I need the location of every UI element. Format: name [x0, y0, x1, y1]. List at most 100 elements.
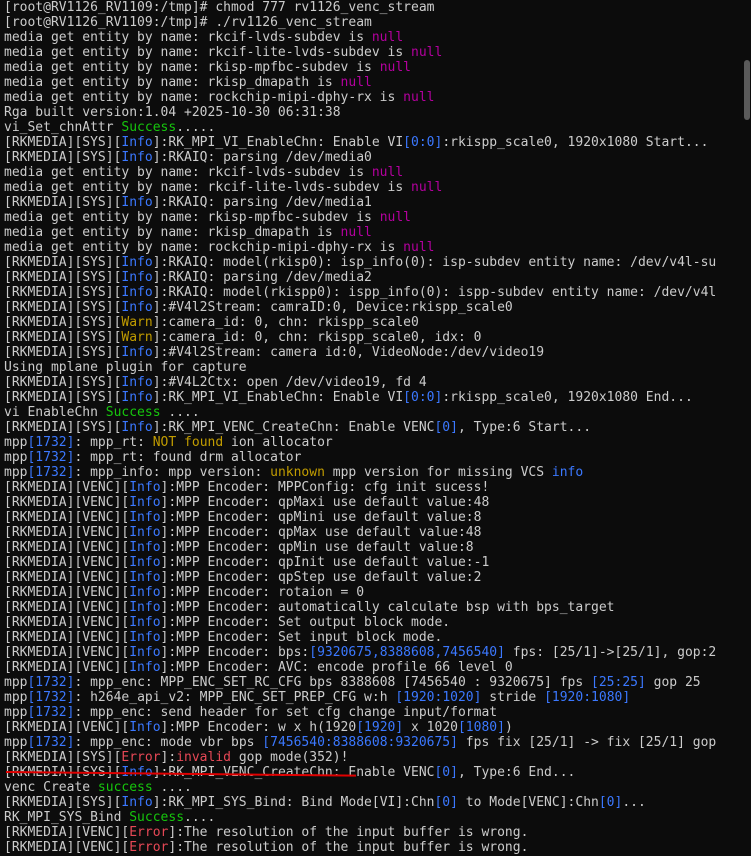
- terminal-text: Info: [121, 345, 153, 360]
- terminal-text: [root@RV1126_RV1109:/tmp]# chmod 777 rv1…: [4, 0, 435, 15]
- terminal-text: success: [97, 780, 153, 795]
- terminal-text: Success: [129, 810, 185, 825]
- scrollbar[interactable]: [743, 0, 751, 856]
- terminal-text: [7456540:8388608:9320675]: [262, 735, 458, 750]
- terminal-text: null: [371, 30, 404, 45]
- terminal-text: [RKMEDIA][SYS][: [4, 315, 122, 330]
- terminal-text: [1732]: [27, 735, 75, 750]
- scrollbar-thumb[interactable]: [744, 60, 750, 120]
- terminal-text: .....: [176, 120, 216, 135]
- terminal-text: [1732]: [27, 465, 75, 480]
- terminal-text: Info: [129, 645, 161, 660]
- terminal-line: mpp[1732]: h264e_api_v2: MPP_ENC_SET_PRE…: [4, 690, 751, 705]
- terminal-text: [1920]: [356, 720, 404, 735]
- terminal-text: media get entity by name: rkcif-lvds-sub…: [4, 165, 372, 180]
- terminal-text: ]:RK_MPI_VI_EnableChn: Enable VI: [152, 390, 404, 405]
- terminal-text: ]:RKAIQ: model(rkispp0): ispp_info(0): i…: [152, 285, 717, 300]
- terminal-text: [root@RV1126_RV1109:/tmp]# ./rv1126_venc…: [4, 15, 372, 30]
- terminal-text: : mpp_rt: found drm allocator: [74, 450, 302, 465]
- terminal-text: [RKMEDIA][SYS][: [4, 270, 122, 285]
- terminal-text: [0]: [434, 765, 458, 780]
- terminal-text: Info: [129, 720, 161, 735]
- terminal-text: media get entity by name: rkcif-lite-lvd…: [4, 180, 411, 195]
- terminal-text: ]:MPP Encoder: qpMin use default value:8: [160, 540, 474, 555]
- terminal-text: null: [371, 165, 404, 180]
- terminal-text: [RKMEDIA][SYS][: [4, 795, 122, 810]
- terminal-line: media get entity by name: rkcif-lvds-sub…: [4, 165, 751, 180]
- terminal-text: mpp: [4, 465, 28, 480]
- terminal-text: media get entity by name: rockchip-mipi-…: [4, 90, 404, 105]
- terminal-text: ....: [184, 810, 216, 825]
- terminal-text: ]:camera_id: 0, chn: rkispp_scale0: [152, 315, 419, 330]
- terminal-text: fps fix [25/1] -> fix [25/1] gop: [457, 735, 717, 750]
- terminal-text: [RKMEDIA][SYS][: [4, 375, 122, 390]
- terminal-text: Info: [121, 375, 153, 390]
- terminal-line: [root@RV1126_RV1109:/tmp]# ./rv1126_venc…: [4, 15, 751, 30]
- terminal-line: [RKMEDIA][VENC][Info]:MPP Encoder: qpMin…: [4, 510, 751, 525]
- terminal-line: media get entity by name: rkisp_dmapath …: [4, 225, 751, 240]
- terminal-text: ion allocator: [223, 435, 333, 450]
- terminal-text: Info: [121, 150, 153, 165]
- terminal-text: [RKMEDIA][VENC][: [4, 570, 130, 585]
- terminal-line: venc Create success ....: [4, 780, 751, 795]
- terminal-text: ]:RKAIQ: parsing /dev/media0: [152, 150, 372, 165]
- terminal-line: [RKMEDIA][VENC][Info]:MPP Encoder: qpSte…: [4, 570, 751, 585]
- terminal-text: ]:RKAIQ: parsing /dev/media1: [152, 195, 372, 210]
- terminal-text: [RKMEDIA][SYS][: [4, 300, 122, 315]
- terminal-text: Info: [129, 600, 161, 615]
- terminal-line: mpp[1732]: mpp_info: mpp version: unknow…: [4, 465, 751, 480]
- terminal-line: RK_MPI_SYS_Bind Success....: [4, 810, 751, 825]
- terminal-text: [RKMEDIA][SYS][: [4, 285, 122, 300]
- terminal-text: ]:MPP Encoder: qpMax use default value:4…: [160, 525, 482, 540]
- terminal-line: [RKMEDIA][VENC][Info]:MPP Encoder: qpMax…: [4, 525, 751, 540]
- terminal-text: [RKMEDIA][SYS][: [4, 330, 122, 345]
- terminal-text: gop mode(352)!: [231, 750, 349, 765]
- terminal-text: [9320675,8388608,7456540]: [309, 645, 505, 660]
- terminal-lines: [root@RV1126_RV1109:/tmp]# chmod 777 rv1…: [4, 0, 751, 855]
- terminal-text: ]:RKAIQ: parsing /dev/media2: [152, 270, 372, 285]
- terminal-text: Info: [129, 555, 161, 570]
- terminal-text: ]:RK_MPI_VI_EnableChn: Enable VI: [152, 135, 404, 150]
- terminal-text: Info: [129, 660, 161, 675]
- terminal-text: vi_Set_chnAttr: [4, 120, 122, 135]
- terminal-text: invalid: [176, 750, 231, 765]
- terminal-line: [RKMEDIA][SYS][Info]:#V4L2Ctx: open /dev…: [4, 375, 751, 390]
- terminal-output[interactable]: [root@RV1126_RV1109:/tmp]# chmod 777 rv1…: [0, 0, 751, 856]
- terminal-text: [1732]: [27, 690, 75, 705]
- terminal-text: ]:MPP Encoder: qpInit use default value:…: [160, 555, 490, 570]
- terminal-text: [RKMEDIA][VENC][: [4, 630, 130, 645]
- terminal-line: media get entity by name: rkcif-lvds-sub…: [4, 30, 751, 45]
- terminal-text: x 1020: [403, 720, 458, 735]
- terminal-text: Error: [129, 840, 169, 855]
- terminal-line: [RKMEDIA][VENC][Info]:MPP Encoder: bps:[…: [4, 645, 751, 660]
- terminal-text: : mpp_enc: mode vbr bps: [74, 735, 263, 750]
- terminal-text: [RKMEDIA][VENC][: [4, 660, 130, 675]
- terminal-text: mpp: [4, 735, 28, 750]
- terminal-text: vi EnableChn: [4, 405, 106, 420]
- terminal-text: ....: [152, 780, 192, 795]
- terminal-text: mpp: [4, 435, 28, 450]
- terminal-text: [1920:1080]: [544, 690, 631, 705]
- terminal-text: fps: [25/1]->[25/1], gop:2: [504, 645, 717, 660]
- terminal-text: ]:MPP Encoder: qpMini use default value:…: [160, 510, 482, 525]
- terminal-text: Info: [121, 255, 153, 270]
- terminal-line: media get entity by name: rkcif-lite-lvd…: [4, 180, 751, 195]
- terminal-line: [RKMEDIA][SYS][Info]:RK_MPI_SYS_Bind: Bi…: [4, 795, 751, 810]
- terminal-text: ): [504, 720, 513, 735]
- terminal-text: [1732]: [27, 705, 75, 720]
- terminal-text: ]:The resolution of the input buffer is …: [168, 825, 529, 840]
- terminal-text: [RKMEDIA][VENC][: [4, 510, 130, 525]
- terminal-text: ]:MPP Encoder: bps:: [160, 645, 310, 660]
- terminal-line: media get entity by name: rkisp_dmapath …: [4, 75, 751, 90]
- terminal-text: [RKMEDIA][VENC][: [4, 600, 130, 615]
- terminal-line: [RKMEDIA][VENC][Info]:MPP Encoder: w x h…: [4, 720, 751, 735]
- terminal-text: ]:The resolution of the input buffer is …: [168, 840, 529, 855]
- terminal-text: ]:#V4l2Stream: camraID:0, Device:rkispp_…: [152, 300, 513, 315]
- terminal-text: ]:MPP Encoder: w x h(1920: [160, 720, 357, 735]
- terminal-text: [RKMEDIA][SYS][: [4, 255, 122, 270]
- terminal-text: mpp: [4, 675, 28, 690]
- terminal-text: venc Create: [4, 780, 98, 795]
- terminal-text: ]:#V4l2Stream: camera id:0, VideoNode:/d…: [152, 345, 545, 360]
- terminal-text: Info: [121, 795, 153, 810]
- terminal-text: : mpp_enc: send header for set cfg chang…: [74, 705, 498, 720]
